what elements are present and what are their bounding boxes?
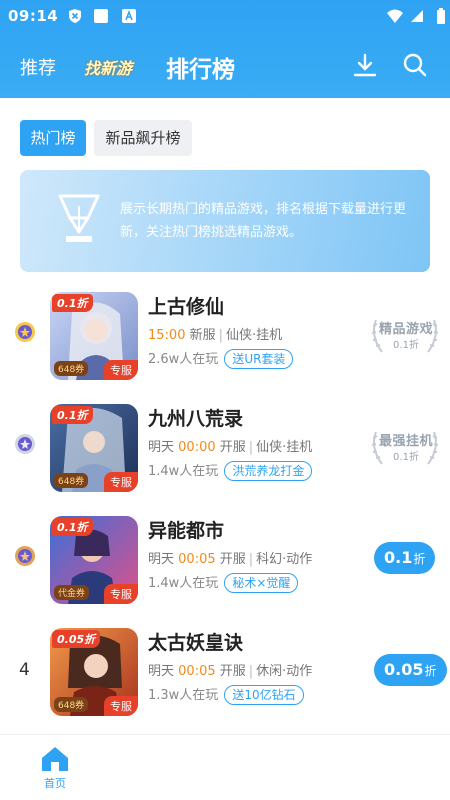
server-status: 开服 [219, 664, 246, 679]
bottom-tab-bar: 首页 [0, 734, 450, 800]
badge-main: 最强挂机 [378, 434, 433, 449]
player-count: 1.3w人在玩 [148, 688, 219, 703]
chip-hot[interactable]: 热门榜 [20, 120, 86, 156]
discount-button[interactable]: 0.1折 [374, 542, 436, 574]
banner-text: 展示长期热门的精品游戏，排名根据下载量进行更新，关注热门榜挑选精品游戏。 [120, 202, 407, 240]
game-row[interactable]: 0.1折 648券 专服 上古修仙 15:00 新服 | 仙侠·挂机 2.6w人在玩… [0, 288, 450, 400]
open-time: 00:05 [178, 552, 216, 567]
game-row[interactable]: 0.1折 代金券 专服 异能都市 明天 00:05 开服 | 科幻·动作 1.4w人… [0, 512, 450, 624]
cover-ticket: 代金券 [54, 585, 90, 600]
top-nav: 推荐 找新游 排行榜 [0, 44, 450, 86]
a-letter-icon [120, 7, 138, 25]
status-time: 09:14 [8, 7, 59, 25]
cover-ticket: 648券 [54, 473, 89, 488]
home-icon [40, 745, 70, 773]
game-meta: 明天 00:05 开服 | 科幻·动作 [148, 552, 313, 567]
game-title: 九州八荒录 [148, 408, 244, 430]
discount-value: 0.05 [384, 660, 424, 679]
rank-number: 4 [19, 660, 30, 680]
open-day: 明天 [148, 552, 175, 567]
game-genre: 科幻·动作 [256, 552, 313, 567]
game-players: 1.4w人在玩 秘术×觉醒 [148, 572, 299, 593]
game-players: 1.4w人在玩 洪荒养龙打金 [148, 460, 313, 481]
open-time: 00:05 [178, 664, 216, 679]
cover-server: 专服 [104, 360, 138, 380]
search-icon[interactable] [402, 52, 428, 78]
game-meta: 明天 00:00 开服 | 仙侠·挂机 [148, 440, 313, 455]
open-time: 00:00 [178, 440, 216, 455]
game-players: 1.3w人在玩 送10亿钻石 [148, 684, 304, 705]
game-genre: 仙侠·挂机 [256, 440, 313, 455]
game-meta: 明天 00:05 开服 | 休闲·动作 [148, 664, 313, 679]
tab-home-label: 首页 [44, 777, 66, 790]
award-badge: 最强挂机 0.1折 [368, 424, 442, 470]
tab-find-new-games[interactable]: 找新游 [84, 55, 132, 79]
tab-home[interactable]: 首页 [38, 745, 72, 791]
player-count: 1.4w人在玩 [148, 464, 219, 479]
cover-server: 专服 [104, 696, 138, 716]
discount-suffix: 折 [413, 552, 426, 566]
server-status: 新服 [189, 328, 216, 343]
tab-recommend[interactable]: 推荐 [20, 54, 56, 80]
player-count: 1.4w人在玩 [148, 576, 219, 591]
badge-main: 精品游戏 [378, 322, 433, 337]
server-status: 开服 [219, 552, 246, 567]
trophy-icon [54, 192, 104, 250]
signal-icon [408, 7, 426, 25]
badge-sub: 0.1折 [393, 452, 419, 463]
battery-icon [432, 7, 450, 25]
cover-discount: 0.1折 [52, 294, 93, 312]
medal-silver-icon [14, 433, 36, 455]
game-genre: 休闲·动作 [256, 664, 313, 679]
open-time: 15:00 [148, 328, 186, 343]
gift-tag: 洪荒养龙打金 [224, 461, 313, 481]
wifi-icon [386, 7, 404, 25]
medal-bronze-icon [14, 545, 36, 567]
tab-rankings[interactable]: 排行榜 [166, 50, 235, 84]
cover-server: 专服 [104, 472, 138, 492]
discount-button[interactable]: 0.05折 [374, 654, 447, 686]
game-title: 太古妖皇诀 [148, 632, 244, 654]
top-header: 09:14 推荐 找新游 排行榜 [0, 0, 450, 98]
game-cover[interactable]: 0.1折 代金券 专服 [50, 516, 138, 604]
gift-tag: 秘术×觉醒 [224, 573, 299, 593]
discount-suffix: 折 [424, 664, 437, 678]
download-icon[interactable] [352, 52, 378, 78]
cover-ticket: 648券 [54, 361, 89, 376]
cover-discount: 0.1折 [52, 518, 93, 536]
info-banner: 展示长期热门的精品游戏，排名根据下载量进行更新，关注热门榜挑选精品游戏。 [20, 170, 430, 272]
medal-gold-icon [14, 321, 36, 343]
game-cover[interactable]: 0.1折 648券 专服 [50, 292, 138, 380]
open-day: 明天 [148, 664, 175, 679]
game-genre: 仙侠·挂机 [226, 328, 283, 343]
game-row[interactable]: 4 0.05折 648券 专服 太古妖皇诀 明天 00:05 开服 | 休闲·动作 … [0, 624, 450, 736]
game-title: 异能都市 [148, 520, 225, 542]
game-cover[interactable]: 0.1折 648券 专服 [50, 404, 138, 492]
cover-server: 专服 [104, 584, 138, 604]
chip-new-rising[interactable]: 新品飙升榜 [94, 120, 192, 156]
game-cover[interactable]: 0.05折 648券 专服 [50, 628, 138, 716]
game-players: 2.6w人在玩 送UR套装 [148, 348, 294, 369]
cover-discount: 0.05折 [52, 630, 101, 648]
gift-tag: 送UR套装 [224, 349, 294, 369]
game-row[interactable]: 0.1折 648券 专服 九州八荒录 明天 00:00 开服 | 仙侠·挂机 1.4… [0, 400, 450, 512]
award-badge: 精品游戏 0.1折 [368, 312, 442, 358]
game-title: 上古修仙 [148, 296, 225, 318]
discount-value: 0.1 [384, 548, 413, 567]
app-square-icon [92, 7, 110, 25]
game-meta: 15:00 新服 | 仙侠·挂机 [148, 328, 283, 343]
player-count: 2.6w人在玩 [148, 352, 219, 367]
open-day: 明天 [148, 440, 175, 455]
main-content: 热门榜 新品飙升榜 展示长期热门的精品游戏，排名根据下载量进行更新，关注热门榜挑… [0, 98, 450, 734]
cover-discount: 0.1折 [52, 406, 93, 424]
badge-sub: 0.1折 [393, 340, 419, 351]
server-status: 开服 [219, 440, 246, 455]
status-bar: 09:14 [0, 0, 450, 34]
gift-tag: 送10亿钻石 [224, 685, 304, 705]
shield-icon [66, 7, 84, 25]
cover-ticket: 648券 [54, 697, 89, 712]
